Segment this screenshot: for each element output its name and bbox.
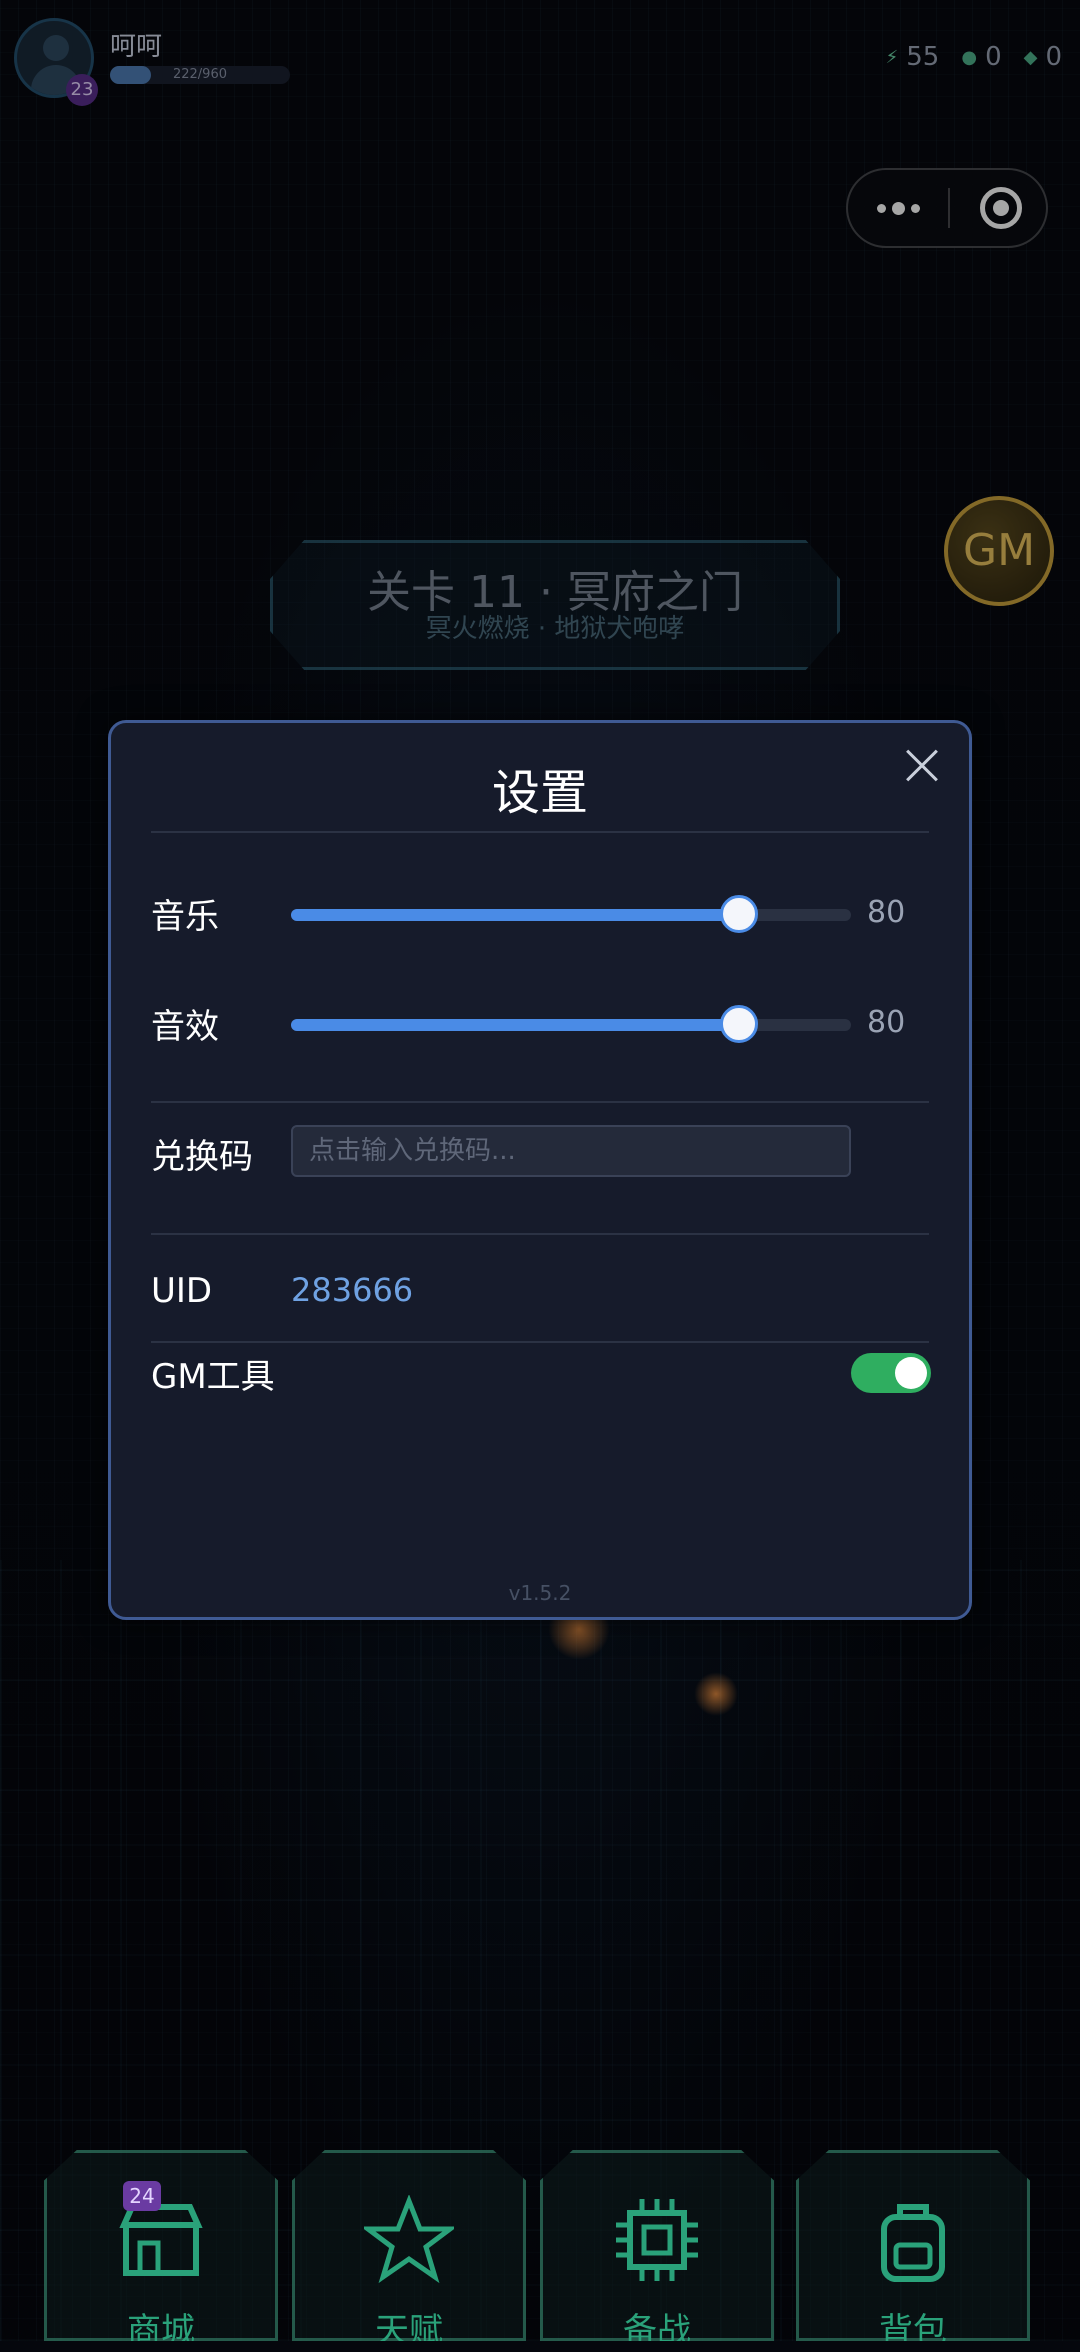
music-slider[interactable] xyxy=(291,895,851,933)
nav-label: 商城 xyxy=(127,2311,195,2351)
star-icon xyxy=(364,2195,454,2284)
modal-title: 设置 xyxy=(491,765,588,821)
uid-label: UID xyxy=(151,1271,213,1311)
redeem-label: 兑换码 xyxy=(151,1137,253,1177)
sfx-slider-knob[interactable] xyxy=(720,1005,758,1043)
divider xyxy=(151,1341,929,1343)
music-slider-fill xyxy=(291,909,739,921)
sfx-slider[interactable] xyxy=(291,1005,851,1043)
music-value: 80 xyxy=(867,895,906,930)
nav-label: 背包 xyxy=(879,2311,947,2351)
gm-tool-toggle[interactable] xyxy=(851,1353,931,1393)
redeem-code-input[interactable] xyxy=(291,1125,851,1177)
shop-badge: 24 xyxy=(123,2181,161,2211)
uid-value: 283666 xyxy=(291,1271,414,1309)
bottom-nav: 24 商城 天赋 备战 背包 xyxy=(44,2150,1040,2341)
toggle-knob xyxy=(895,1357,927,1389)
gm-tool-label: GM工具 xyxy=(151,1357,275,1397)
settings-modal: 设置 音乐 80 音效 80 兑换码 UID 283666 GM工具 v1.5.… xyxy=(108,720,972,1620)
nav-shop[interactable]: 24 商城 xyxy=(44,2150,278,2341)
nav-label: 备战 xyxy=(623,2311,691,2351)
sfx-label: 音效 xyxy=(151,1007,219,1047)
sfx-slider-fill xyxy=(291,1019,739,1031)
nav-prepare[interactable]: 备战 xyxy=(540,2150,774,2341)
nav-label: 天赋 xyxy=(375,2311,443,2351)
chip-icon xyxy=(616,2199,698,2281)
backpack-icon xyxy=(881,2204,945,2282)
divider xyxy=(151,1233,929,1235)
music-label: 音乐 xyxy=(151,897,219,937)
divider xyxy=(151,1101,929,1103)
version-text: v1.5.2 xyxy=(508,1581,572,1605)
music-slider-knob[interactable] xyxy=(720,895,758,933)
close-icon[interactable] xyxy=(897,741,947,791)
nav-talent[interactable]: 天赋 xyxy=(292,2150,526,2341)
divider xyxy=(151,831,929,833)
nav-backpack[interactable]: 背包 xyxy=(796,2150,1030,2341)
glow-orb xyxy=(694,1672,738,1716)
sfx-value: 80 xyxy=(867,1005,906,1040)
